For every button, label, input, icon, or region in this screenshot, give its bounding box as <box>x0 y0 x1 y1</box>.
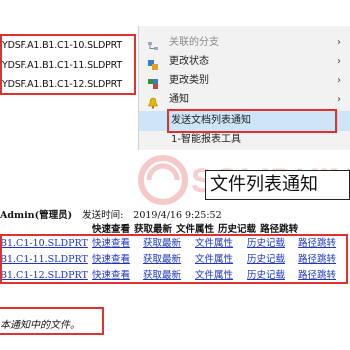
context-menu: 关联的分支 › 更改状态 › 更改类别 › 通知 › 发送文档列表通知 1-智能… <box>138 26 350 150</box>
chevron-right-icon: › <box>337 75 341 86</box>
menu-item-change-category[interactable]: 更改类别 › <box>139 71 350 91</box>
callout-title-box: 文件列表通知 <box>205 170 350 200</box>
callout-title: 文件列表通知 <box>210 174 318 195</box>
header-get-latest: 获取最新 <box>134 224 173 235</box>
branch-icon <box>147 37 159 50</box>
file-list-panel: YDSF.A1.B1.C1-10.SLDPRT YDSF.A1.B1.C1-11… <box>0 34 140 98</box>
notification-sender-line: Admin(管理员) 发送时间: 2019/4/16 9:25:52 <box>0 207 222 221</box>
change-state-icon <box>147 56 159 70</box>
bell-icon <box>147 94 159 109</box>
menu-item-notify[interactable]: 通知 › <box>139 90 350 110</box>
screenshot-stage: YDSF.A1.B1.C1-10.SLDPRT YDSF.A1.B1.C1-11… <box>0 0 350 350</box>
sent-time-label: 发送时间: <box>82 210 124 221</box>
menu-item-label: 关联的分支 <box>169 37 219 48</box>
menu-item-label: 1-智能报表工具 <box>171 134 241 145</box>
chevron-right-icon: › <box>337 37 341 48</box>
header-quick-view: 快速查看 <box>92 224 131 235</box>
notification-table-header: 快速查看 获取最新 文件属性 历史记载 路径跳转 <box>92 221 302 235</box>
menu-item-label: 通知 <box>169 94 189 105</box>
header-history: 历史记载 <box>218 224 257 235</box>
chevron-right-icon: › <box>337 94 341 105</box>
sent-time-value: 2019/4/16 9:25:52 <box>133 210 222 221</box>
header-file-properties: 文件属性 <box>176 224 215 235</box>
menu-item-label: 更改类别 <box>169 75 209 86</box>
chevron-right-icon: › <box>337 56 341 67</box>
sender-name: Admin(管理员) <box>0 210 73 221</box>
header-path-jump: 路径跳转 <box>260 224 299 235</box>
menu-item-change-state[interactable]: 更改状态 › <box>139 52 350 72</box>
file-selection-highlight <box>0 34 136 95</box>
menu-item-smart-report-tool[interactable]: 1-智能报表工具 <box>139 130 350 150</box>
menu-selection-highlight <box>167 109 337 133</box>
menu-item-related-branch[interactable]: 关联的分支 › <box>139 33 350 53</box>
rows-selection-highlight <box>0 234 348 284</box>
menu-item-label: 更改状态 <box>169 56 209 67</box>
change-category-icon <box>147 75 159 89</box>
footnote-highlight <box>0 307 104 335</box>
